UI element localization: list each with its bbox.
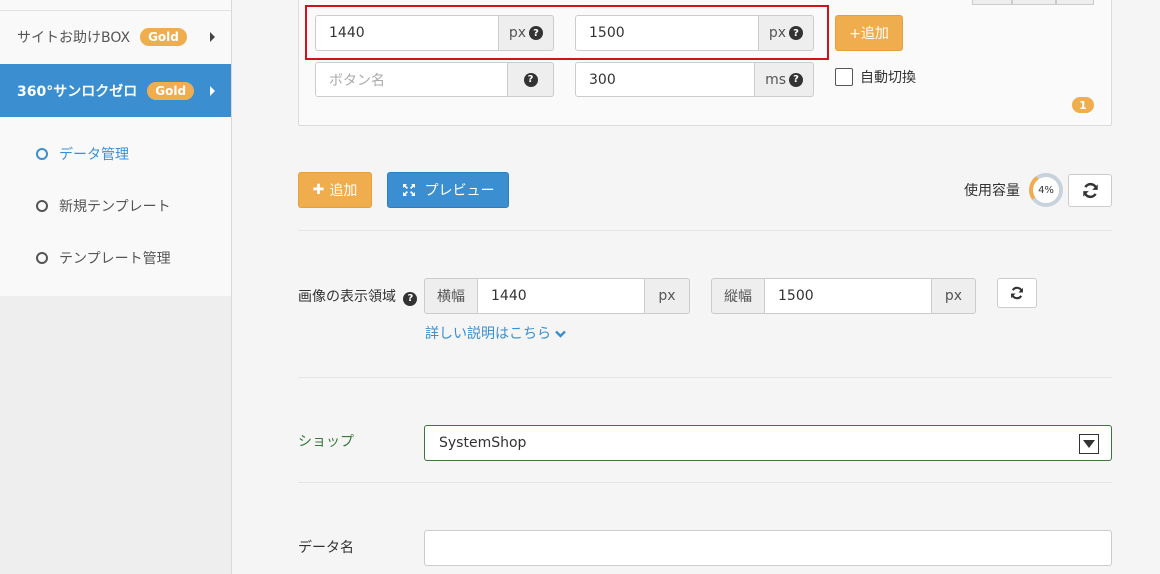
chevron-down-icon [555,330,567,338]
add-button-label: 追加 [329,183,358,199]
input-addon-partial [972,0,1012,5]
input-addon-partial [1012,0,1056,5]
add-size-button[interactable]: +追加 [835,15,903,51]
main-content: 1440 px ? 1500 px ? +追加 ボタン名 ? 300 ms ? … [233,0,1160,574]
refresh-usage-button[interactable] [1068,174,1112,207]
divider [298,230,1112,231]
detail-link-text: 詳しい説明はこちら [425,326,551,342]
reset-display-area-button[interactable] [997,278,1037,308]
sidebar-subitem-label: 新規テンプレート [59,199,171,215]
caret-right-icon [210,85,215,96]
width-prefix-addon: 横幅 [424,278,477,314]
button-name-help-addon: ? [508,62,554,97]
divider [298,377,1112,378]
button-name-input-group: ボタン名 ? [315,62,554,97]
sidebar-subitem-new-template[interactable]: 新規テンプレート [36,196,171,216]
sidebar-subitem-template-management[interactable]: テンプレート管理 [36,248,171,268]
sidebar-item-label: サイトお助けBOX [17,30,131,46]
shop-select-value: SystemShop [439,435,527,451]
circle-icon [36,252,48,264]
expand-icon [402,184,415,196]
question-circle-icon[interactable]: ? [403,291,418,306]
shop-label: ショップ [298,434,354,450]
count-badge: 1 [1072,97,1094,113]
auto-switch-checkbox[interactable] [835,68,853,86]
duration-unit-addon: ms ? [755,62,814,97]
shop-select[interactable]: SystemShop [424,425,1112,461]
chevron-down-icon [1079,434,1099,454]
plus-icon: ✚ [312,182,325,198]
display-height-input[interactable]: 1500 [764,278,932,314]
display-height-input-group: 縦幅 1500 px [711,278,976,314]
sidebar-subitem-label: テンプレート管理 [59,251,171,267]
sidebar-item-site-helper-box[interactable]: サイトお助けBOX Gold [0,11,231,63]
display-area-label: 画像の表示領域 ? [298,286,418,306]
height-prefix-addon: 縦幅 [711,278,764,314]
caret-right-icon [210,32,215,42]
display-width-input[interactable]: 1440 [477,278,645,314]
gold-badge: Gold [147,81,195,100]
display-height-unit-addon: px [932,278,976,314]
data-name-label: データ名 [298,540,354,556]
divider [298,482,1112,483]
data-name-input[interactable] [424,530,1112,566]
preview-button-label: プレビュー [424,183,495,199]
question-circle-icon[interactable]: ? [523,72,538,87]
input-addon-partial [1056,0,1094,5]
circle-icon [36,148,48,160]
refresh-icon [1011,286,1023,300]
display-width-unit-addon: px [645,278,690,314]
preview-button[interactable]: プレビュー [387,172,509,208]
circle-icon [36,200,48,212]
button-name-input[interactable]: ボタン名 [315,62,508,97]
duration-input[interactable]: 300 [575,62,756,97]
duration-input-group: 300 ms ? [575,62,814,97]
unit-label: ms [765,71,786,88]
sidebar-item-label: 360°サンロクゼロ [17,83,138,100]
detail-explanation-link[interactable]: 詳しい説明はこちら [425,323,567,343]
gold-badge: Gold [140,28,187,46]
sidebar-subitem-data-management[interactable]: データ管理 [36,144,129,164]
usage-percent: 4% [1038,184,1054,196]
refresh-icon [1082,182,1098,199]
add-button[interactable]: ✚ 追加 [298,172,372,208]
question-circle-icon[interactable]: ? [789,72,803,87]
highlight-box [305,5,829,60]
auto-switch-label: 自動切換 [860,70,916,86]
sidebar-item-360-sanrokuzero[interactable]: 360°サンロクゼロ Gold [0,64,231,117]
display-area-label-text: 画像の表示領域 [298,289,396,305]
usage-donut: 4% [1029,173,1063,207]
display-width-input-group: 横幅 1440 px [424,278,690,314]
usage-label: 使用容量 [964,183,1020,199]
sidebar-subitem-label: データ管理 [59,147,129,163]
sidebar: サイトお助けBOX Gold 360°サンロクゼロ Gold データ管理 新規テ… [0,0,232,574]
